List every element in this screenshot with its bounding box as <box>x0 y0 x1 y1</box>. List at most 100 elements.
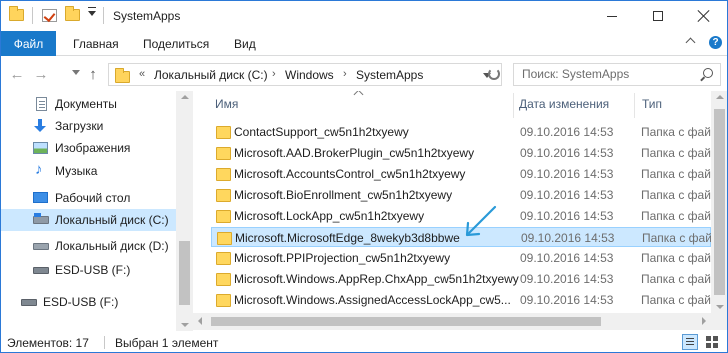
usb-drive-icon <box>33 267 49 274</box>
tab-file[interactable]: Файл <box>1 31 56 56</box>
breadcrumb-local-disk[interactable]: Локальный диск (C:) <box>154 68 268 82</box>
navigation-bar: ← → ↑ « Локальный диск (C:) › Windows › … <box>1 57 727 91</box>
file-date: 09.10.2016 14:53 <box>520 146 614 160</box>
nav-pane-scrollbar[interactable] <box>176 91 193 331</box>
file-row[interactable]: Microsoft.AAD.BrokerPlugin_cw5n1h2txyewy… <box>211 143 711 163</box>
scroll-down-icon[interactable] <box>181 323 189 327</box>
drive-icon <box>33 243 49 250</box>
tab-view[interactable]: Вид <box>234 37 256 51</box>
music-icon <box>33 161 49 178</box>
scrollbar-thumb[interactable] <box>714 109 725 295</box>
column-header-date[interactable]: Дата изменения <box>519 97 609 111</box>
ribbon-tabs: Файл Главная Поделиться Вид ? <box>1 31 727 56</box>
collapse-ribbon-icon[interactable] <box>685 37 696 48</box>
file-name: ContactSupport_cw5n1h2txyewy <box>234 125 409 139</box>
nav-item-desktop[interactable]: Рабочий стол <box>1 187 176 209</box>
recent-locations-dropdown-icon[interactable] <box>72 70 80 75</box>
local-disk-icon <box>33 213 49 224</box>
folder-icon <box>216 252 231 265</box>
breadcrumb-overflow[interactable]: « <box>139 68 145 80</box>
breadcrumb-windows[interactable]: Windows <box>285 68 334 82</box>
close-button[interactable] <box>681 1 727 31</box>
help-icon[interactable]: ? <box>709 36 722 49</box>
toolbar-divider <box>32 7 33 24</box>
nav-item-local-disk-d[interactable]: Локальный диск (D:) <box>1 235 176 257</box>
tab-share[interactable]: Поделиться <box>143 37 209 51</box>
back-button[interactable]: ← <box>9 65 25 83</box>
nav-item-label: Документы <box>55 97 117 111</box>
nav-item-label: Изображения <box>55 141 131 155</box>
file-row[interactable]: Microsoft.Windows.AssignedAccessLockApp_… <box>211 290 711 310</box>
item-count: Элементов: 17 <box>7 336 89 350</box>
nav-item-label: Загрузки <box>55 119 104 133</box>
breadcrumb-separator[interactable]: › <box>272 68 276 80</box>
status-bar: Элементов: 17 Выбран 1 элемент <box>1 331 727 352</box>
column-divider[interactable] <box>634 93 635 118</box>
folder-icon <box>217 232 232 245</box>
address-bar[interactable]: « Локальный диск (C:) › Windows › System… <box>108 63 502 86</box>
file-row[interactable]: Microsoft.BioEnrollment_cw5n1h2txyewy 09… <box>211 185 711 205</box>
tab-home[interactable]: Главная <box>73 37 119 51</box>
nav-item-label: Музыка <box>55 164 98 178</box>
minimize-button[interactable] <box>589 1 635 31</box>
scroll-up-icon[interactable] <box>181 95 189 99</box>
nav-item-music[interactable]: Музыка <box>1 160 176 182</box>
properties-icon[interactable] <box>42 9 57 22</box>
nav-item-local-disk-c[interactable]: Локальный диск (C:) <box>1 209 176 231</box>
file-date: 09.10.2016 14:53 <box>520 272 614 286</box>
large-icons-view-icon[interactable] <box>704 334 720 350</box>
toolbar-divider <box>103 7 104 24</box>
breadcrumb-systemapps[interactable]: SystemApps <box>356 68 423 82</box>
back-arrow-icon: ← <box>9 65 25 83</box>
close-icon <box>698 10 710 22</box>
nav-item-label: ESD-USB (F:) <box>43 295 119 309</box>
file-list-vertical-scrollbar[interactable] <box>711 91 727 313</box>
file-row[interactable]: Microsoft.PPIProjection_cw5n1h2txyewy 09… <box>211 248 711 268</box>
scrollbar-corner <box>711 313 727 330</box>
scrollbar-thumb[interactable] <box>211 317 601 326</box>
scroll-right-icon[interactable] <box>702 317 706 325</box>
file-date: 09.10.2016 14:53 <box>521 231 615 245</box>
scroll-up-icon[interactable] <box>716 95 724 99</box>
column-divider[interactable] <box>513 93 514 118</box>
file-date: 09.10.2016 14:53 <box>520 209 614 223</box>
folder-icon <box>216 147 231 160</box>
folder-icon <box>216 273 231 286</box>
nav-item-esd-usb-root[interactable]: ESD-USB (F:) <box>1 291 176 313</box>
nav-item-esd-usb[interactable]: ESD-USB (F:) <box>1 259 176 281</box>
file-row[interactable]: ContactSupport_cw5n1h2txyewy 09.10.2016 … <box>211 122 711 142</box>
folder-icon <box>9 6 24 21</box>
nav-item-pictures[interactable]: Изображения <box>1 137 176 159</box>
forward-button[interactable]: → <box>33 66 49 83</box>
search-input[interactable] <box>522 67 692 81</box>
file-row[interactable]: Microsoft.Windows.AppRep.ChxApp_cw5n1h2t… <box>211 269 711 289</box>
refresh-icon[interactable] <box>488 68 500 80</box>
file-row[interactable]: Microsoft.AccountsControl_cw5n1h2txyewy … <box>211 164 711 184</box>
minimize-icon <box>607 15 617 17</box>
column-header-type[interactable]: Тип <box>642 97 662 111</box>
file-name: Microsoft.Windows.AppRep.ChxApp_cw5n1h2t… <box>234 272 519 286</box>
scrollbar-thumb[interactable] <box>179 241 190 305</box>
file-name: Microsoft.Windows.AssignedAccessLockApp_… <box>234 293 511 307</box>
column-header-name[interactable]: Имя <box>215 97 238 111</box>
search-icon[interactable] <box>703 68 713 78</box>
maximize-icon <box>653 11 663 21</box>
maximize-button[interactable] <box>635 1 681 31</box>
quick-access-dropdown-icon[interactable] <box>88 7 96 16</box>
new-folder-icon[interactable] <box>65 6 80 21</box>
annotation-arrow-icon <box>465 205 497 237</box>
scroll-left-icon[interactable] <box>198 317 202 325</box>
scroll-down-icon[interactable] <box>716 305 724 309</box>
file-type: Папка с фай... <box>641 146 711 160</box>
search-box[interactable] <box>513 63 721 86</box>
file-list-horizontal-scrollbar[interactable] <box>193 313 711 330</box>
details-view-icon[interactable] <box>682 334 698 350</box>
up-button[interactable]: ↑ <box>85 66 101 83</box>
file-date: 09.10.2016 14:53 <box>520 167 614 181</box>
nav-item-downloads[interactable]: Загрузки <box>1 115 176 137</box>
nav-item-documents[interactable]: Документы <box>1 93 176 115</box>
file-date: 09.10.2016 14:53 <box>520 293 614 307</box>
breadcrumb-separator[interactable]: › <box>343 68 347 80</box>
nav-item-label: Локальный диск (D:) <box>55 239 169 253</box>
navigation-pane: Документы Загрузки Изображения Музыка Ра… <box>1 91 176 331</box>
